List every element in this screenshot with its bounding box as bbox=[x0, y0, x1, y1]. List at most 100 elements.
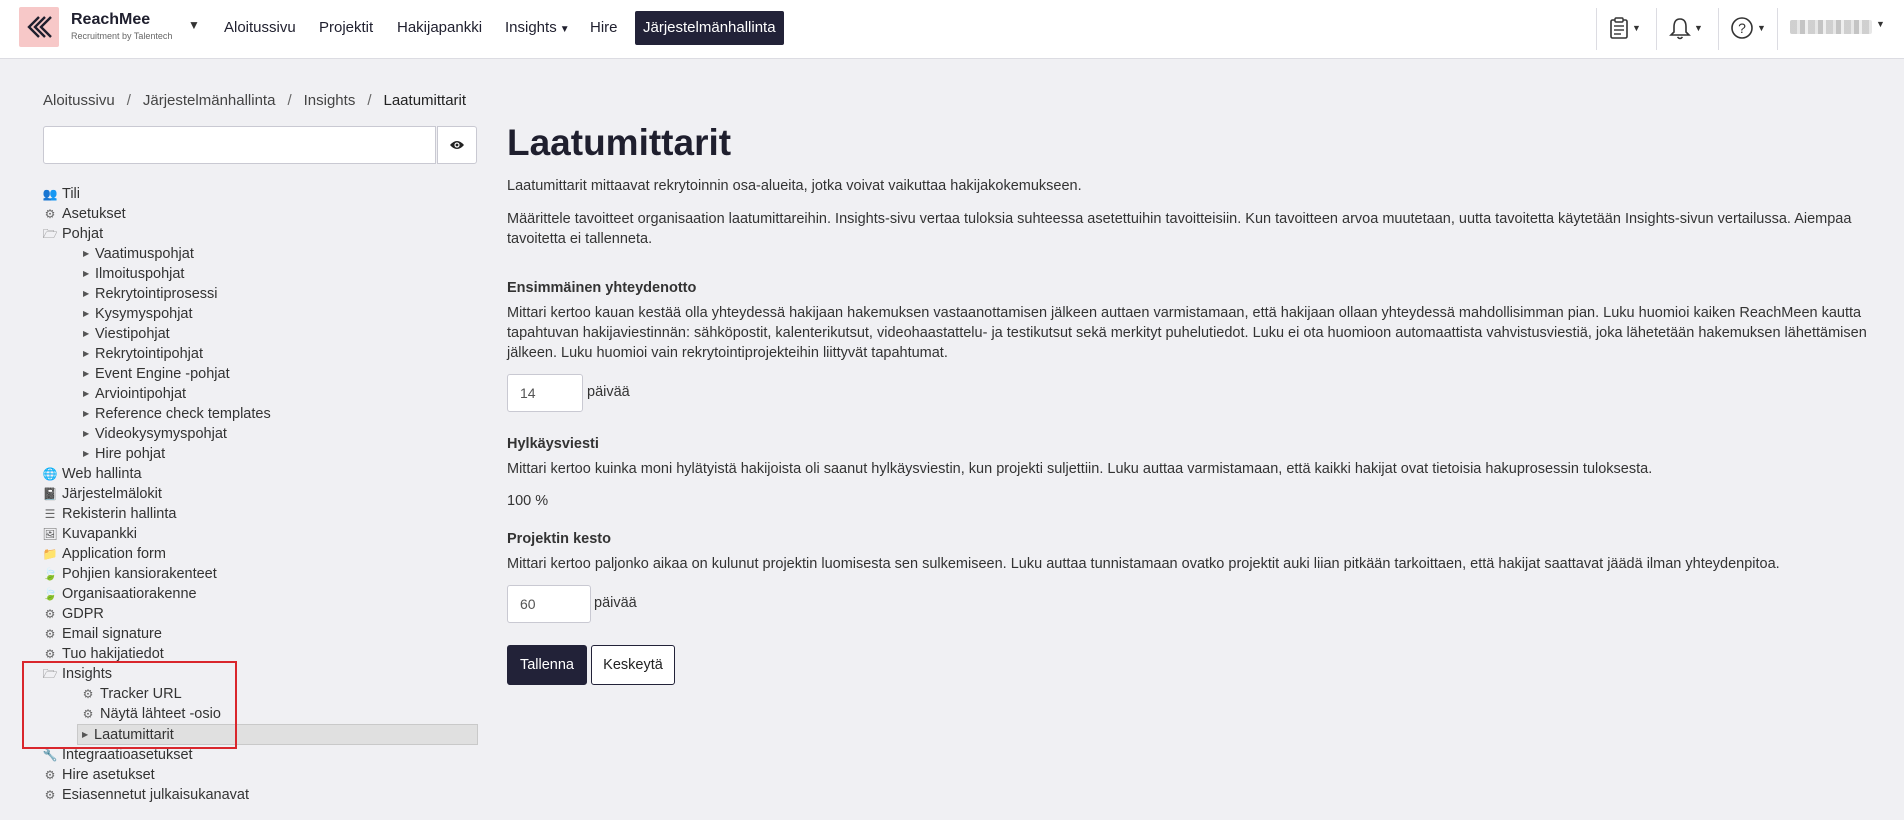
main-content: Laatumittarit Laatumittarit mittaavat re… bbox=[507, 118, 1867, 685]
settings-tree: 👥 Tili ⚙ Asetukset 🗁 Pohjat ▶ Vaatimuspohjat… bbox=[42, 184, 478, 805]
tree-item-asetukset[interactable]: ⚙ Asetukset bbox=[43, 204, 478, 224]
nav-insights[interactable]: Insights ▼ bbox=[497, 11, 578, 45]
caret-right-icon: ▶ bbox=[83, 329, 90, 338]
clipboard-icon bbox=[1610, 17, 1628, 39]
tree-item-event-engine-pohjat[interactable]: ▶ Event Engine -pohjat bbox=[43, 364, 478, 384]
tree-item-insights[interactable]: 🗁 Insights bbox=[43, 664, 478, 684]
tree-item-nayta-lahteet-osio[interactable]: ⚙ Näytä lähteet -osio bbox=[43, 704, 478, 724]
tree-item-laatumittarit[interactable]: ▶ Laatumittarit bbox=[77, 724, 478, 745]
breadcrumb-insights[interactable]: Insights bbox=[304, 92, 356, 109]
book-icon: 📓 bbox=[42, 487, 58, 501]
list-icon: ☰ bbox=[44, 507, 56, 521]
tree-item-rekrytointipohjat[interactable]: ▶ Rekrytointipohjat bbox=[43, 344, 478, 364]
section-title-project-duration: Projektin kesto bbox=[507, 531, 611, 547]
caret-down-icon[interactable]: ▼ bbox=[1876, 19, 1885, 29]
tree-item-tuo-hakijatiedot[interactable]: ⚙ Tuo hakijatiedot bbox=[43, 644, 478, 664]
nav-hakijapankki[interactable]: Hakijapankki bbox=[389, 11, 490, 45]
caret-right-icon: ▶ bbox=[83, 409, 90, 418]
tree-item-ilmoituspohjat[interactable]: ▶ Ilmoituspohjat bbox=[43, 264, 478, 284]
breadcrumb-aloitussivu[interactable]: Aloitussivu bbox=[43, 92, 115, 109]
notifications-menu[interactable]: ▼ bbox=[1669, 14, 1703, 42]
breadcrumb: Aloitussivu / Järjestelmänhallinta / Insight… bbox=[43, 92, 467, 109]
brand-subtitle: Recruitment by Talentech bbox=[71, 31, 173, 41]
nav-projektit[interactable]: Projektit bbox=[311, 11, 381, 45]
breadcrumb-current: Laatumittarit bbox=[383, 92, 467, 109]
brand-caret-down-icon[interactable]: ▼ bbox=[188, 18, 200, 32]
tree-item-tracker-url[interactable]: ⚙ Tracker URL bbox=[43, 684, 478, 704]
tree-item-videokysymyspohjat[interactable]: ▶ Videokysymyspohjat bbox=[43, 424, 478, 444]
intro-description: Määrittele tavoitteet organisaation laat… bbox=[507, 211, 1852, 247]
tree-item-reference-check-templates[interactable]: ▶ Reference check templates bbox=[43, 404, 478, 424]
tree-item-arviointipohjat[interactable]: ▶ Arviointipohjat bbox=[43, 384, 478, 404]
tree-item-kysymyspohjat[interactable]: ▶ Kysymyspohjat bbox=[43, 304, 478, 324]
tree-item-web-hallinta[interactable]: 🌐 Web hallinta bbox=[43, 464, 478, 484]
section-text-project-duration: Mittari kertoo paljonko aikaa on kulunut… bbox=[507, 556, 1780, 572]
tree-item-pohjien-kansiorakenteet[interactable]: 🍃 Pohjien kansiorakenteet bbox=[43, 564, 478, 584]
caret-right-icon: ▶ bbox=[83, 249, 90, 258]
caret-right-icon: ▶ bbox=[83, 349, 90, 358]
gear-icon: ⚙ bbox=[82, 707, 94, 721]
tree-item-tili[interactable]: 👥 Tili bbox=[43, 184, 478, 204]
tree-item-rekisterin-hallinta[interactable]: ☰ Rekisterin hallinta bbox=[43, 504, 478, 524]
caret-right-icon: ▶ bbox=[83, 429, 90, 438]
caret-right-icon: ▶ bbox=[83, 309, 90, 318]
caret-down-icon: ▼ bbox=[1694, 23, 1703, 33]
gear-icon: ⚙ bbox=[44, 207, 56, 221]
tree-item-rekrytointiprosessi[interactable]: ▶ Rekrytointiprosessi bbox=[43, 284, 478, 304]
tree-item-viestipohjat[interactable]: ▶ Viestipohjat bbox=[43, 324, 478, 344]
section-title-rejection-message: Hylkäysviesti bbox=[507, 436, 599, 452]
toolbar-divider bbox=[1656, 8, 1657, 50]
tree-item-esiasennetut-julkaisukanavat[interactable]: ⚙ Esiasennetut julkaisukanavat bbox=[43, 785, 478, 805]
section-text-first-contact: Mittari kertoo kauan kestää olla yhteyde… bbox=[507, 305, 1867, 361]
caret-down-icon: ▼ bbox=[559, 24, 570, 35]
folder-open-icon: 🗁 bbox=[42, 667, 58, 681]
caret-right-icon: ▶ bbox=[82, 729, 89, 739]
gear-icon: ⚙ bbox=[44, 647, 56, 661]
gear-icon: ⚙ bbox=[44, 627, 56, 641]
eye-toggle-button[interactable] bbox=[437, 126, 477, 164]
toolbar-divider bbox=[1596, 8, 1597, 50]
tree-item-organisaatiorakenne[interactable]: 🍃 Organisaatiorakenne bbox=[43, 584, 478, 604]
question-icon: ? bbox=[1731, 17, 1753, 39]
rejection-message-value: 100 % bbox=[507, 493, 549, 509]
tree-item-kuvapankki[interactable]: 🖼 Kuvapankki bbox=[42, 524, 478, 544]
tree-item-vaatimuspohjat[interactable]: ▶ Vaatimuspohjat bbox=[43, 244, 478, 264]
project-duration-days-input[interactable]: 60 bbox=[507, 585, 591, 623]
tree-item-jarjestelmalokit[interactable]: 📓 Järjestelmälokit bbox=[43, 484, 478, 504]
first-contact-days-input[interactable]: 14 bbox=[507, 374, 583, 412]
bell-icon bbox=[1669, 18, 1691, 40]
tree-item-gdpr[interactable]: ⚙ GDPR bbox=[43, 604, 478, 624]
gear-icon: ⚙ bbox=[44, 788, 56, 802]
user-menu[interactable] bbox=[1790, 20, 1872, 34]
tree-item-application-form[interactable]: 📁 Application form bbox=[43, 544, 478, 564]
tree-item-hire-asetukset[interactable]: ⚙ Hire asetukset bbox=[43, 765, 478, 785]
cancel-button[interactable]: Keskeytä bbox=[591, 645, 675, 685]
gear-icon: ⚙ bbox=[82, 687, 94, 701]
clipboard-menu[interactable]: ▼ bbox=[1609, 14, 1641, 42]
nav-jarjestelmanhallinta[interactable]: Järjestelmänhallinta bbox=[635, 11, 784, 45]
caret-right-icon: ▶ bbox=[83, 389, 90, 398]
nav-hire[interactable]: Hire bbox=[582, 11, 626, 45]
tree-item-hire-pohjat[interactable]: ▶ Hire pohjat bbox=[43, 444, 478, 464]
reachmee-logo[interactable] bbox=[19, 7, 59, 47]
leaf-icon: 🍃 bbox=[42, 567, 58, 581]
gear-icon: ⚙ bbox=[44, 768, 56, 782]
breadcrumb-jarjestelmanhallinta[interactable]: Järjestelmänhallinta bbox=[143, 92, 276, 109]
leaf-icon: 🍃 bbox=[42, 587, 58, 601]
caret-down-icon: ▼ bbox=[1632, 23, 1641, 33]
nav-aloitussivu[interactable]: Aloitussivu bbox=[216, 11, 304, 45]
globe-icon: 🌐 bbox=[42, 467, 58, 481]
caret-right-icon: ▶ bbox=[83, 289, 90, 298]
eye-icon bbox=[450, 141, 464, 149]
help-menu[interactable]: ? ▼ bbox=[1730, 14, 1766, 42]
toolbar-divider bbox=[1718, 8, 1719, 50]
project-duration-unit: päivää bbox=[594, 595, 637, 611]
gear-icon: ⚙ bbox=[44, 607, 56, 621]
sidebar-search-input[interactable] bbox=[43, 126, 436, 164]
folder-icon: 📁 bbox=[42, 547, 58, 561]
tree-item-pohjat[interactable]: 🗁 Pohjat bbox=[43, 224, 478, 244]
top-bar: ReachMee Recruitment by Talentech ▼ Aloi… bbox=[0, 0, 1904, 59]
tree-item-integraatioasetukset[interactable]: 🔧 Integraatioasetukset bbox=[43, 745, 478, 765]
save-button[interactable]: Tallenna bbox=[507, 645, 587, 685]
tree-item-email-signature[interactable]: ⚙ Email signature bbox=[43, 624, 478, 644]
